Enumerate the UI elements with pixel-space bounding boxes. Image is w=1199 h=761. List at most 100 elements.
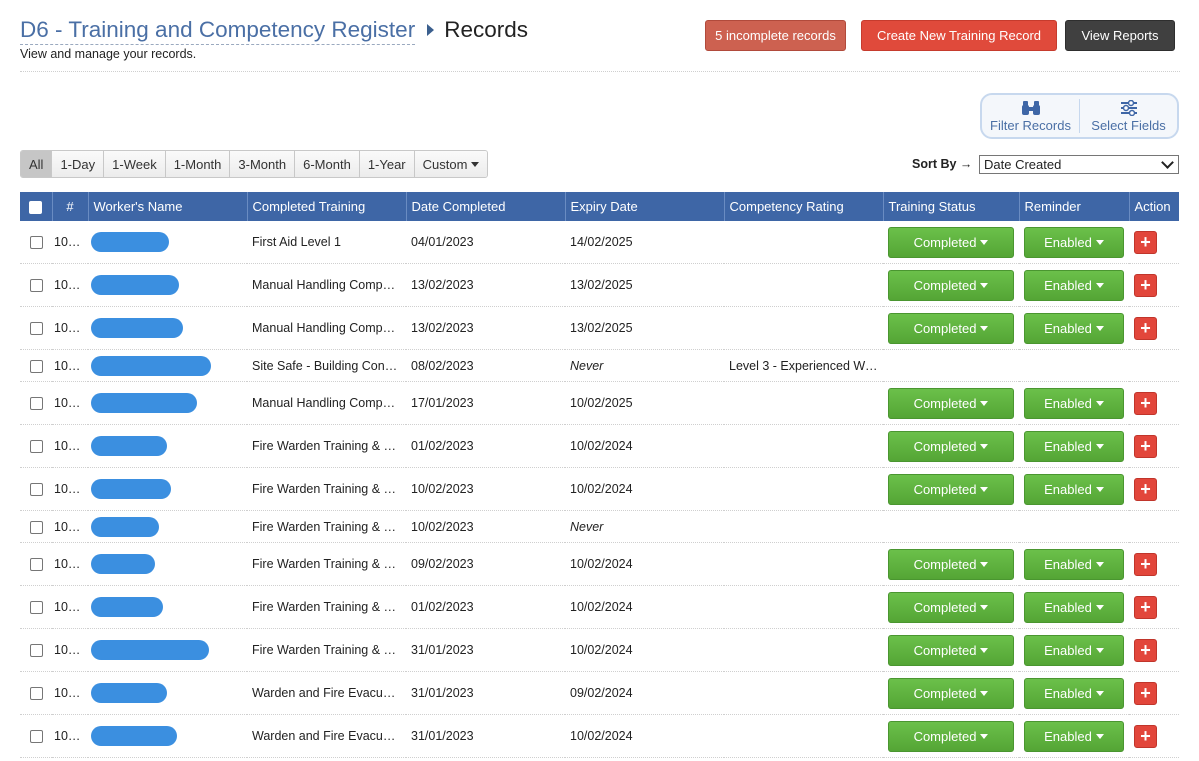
row-checkbox-cell[interactable] <box>20 510 52 543</box>
reminder-dropdown[interactable]: Enabled <box>1024 387 1124 419</box>
table-row[interactable]: 10541 Manual Handling Competency 13/02/202… <box>20 263 1179 307</box>
record-id[interactable]: 10528 <box>52 714 88 758</box>
row-checkbox-cell[interactable] <box>20 671 52 715</box>
app-title-link[interactable]: D6 - Training and Competency Register <box>20 16 416 45</box>
plus-icon[interactable]: + <box>1134 391 1157 415</box>
record-id[interactable]: 10541 <box>52 263 88 307</box>
table-row[interactable]: 10532 Fire Warden Training & Evacuation09… <box>20 542 1179 586</box>
sort-by-select[interactable]: Date Created <box>979 155 1179 174</box>
column-header-expiry[interactable]: Expiry Date <box>564 192 724 221</box>
completed-training[interactable]: Fire Warden Training & Evacuation <box>247 424 406 468</box>
table-row[interactable]: 10537 Site Safe - Building Construction08… <box>20 349 1179 382</box>
record-id[interactable]: 10529 <box>52 671 88 715</box>
training-status-dropdown[interactable]: Completed <box>888 226 1014 258</box>
completed-training[interactable]: Manual Handling Competency <box>247 381 406 425</box>
column-header-reminder[interactable]: Reminder <box>1018 192 1129 221</box>
row-checkbox[interactable] <box>29 687 43 701</box>
plus-icon[interactable]: + <box>1134 681 1157 705</box>
completed-training[interactable]: Site Safe - Building Construction <box>247 349 406 382</box>
row-checkbox-cell[interactable] <box>20 306 52 350</box>
row-checkbox[interactable] <box>29 236 43 250</box>
filter-records-button[interactable]: Filter Records <box>982 95 1079 137</box>
incomplete-records-button[interactable]: 5 incomplete records <box>705 20 846 51</box>
column-header-competency[interactable]: Competency Rating <box>723 192 883 221</box>
record-id[interactable]: 10530 <box>52 628 88 672</box>
training-status-dropdown[interactable]: Completed <box>888 548 1014 580</box>
training-status-dropdown[interactable]: Completed <box>888 430 1014 462</box>
training-status-dropdown[interactable]: Completed <box>888 473 1014 505</box>
completed-training[interactable]: Fire Warden Training & Evacuation <box>247 542 406 586</box>
range-button-6-month[interactable]: 6-Month <box>294 151 359 177</box>
record-id[interactable]: 10533 <box>52 510 88 543</box>
select-all-checkbox-cell[interactable] <box>20 192 52 221</box>
plus-icon[interactable]: + <box>1134 477 1157 501</box>
training-status-dropdown[interactable]: Completed <box>888 387 1014 419</box>
record-id[interactable]: 10539 <box>52 306 88 350</box>
create-training-record-button[interactable]: Create New Training Record <box>861 20 1057 51</box>
row-checkbox[interactable] <box>29 322 43 336</box>
reminder-dropdown[interactable]: Enabled <box>1024 720 1124 752</box>
table-row[interactable]: 10531 Fire Warden Training & Evacuation01… <box>20 585 1179 629</box>
row-checkbox[interactable] <box>29 397 43 411</box>
row-checkbox-cell[interactable] <box>20 585 52 629</box>
record-id[interactable]: 10531 <box>52 585 88 629</box>
reminder-dropdown[interactable]: Enabled <box>1024 226 1124 258</box>
row-checkbox[interactable] <box>29 520 43 534</box>
table-row[interactable]: 10528 Warden and Fire Evacuation 31/01/202… <box>20 714 1179 758</box>
range-button-1-day[interactable]: 1-Day <box>51 151 104 177</box>
training-status-dropdown[interactable]: Completed <box>888 720 1014 752</box>
completed-training[interactable]: Fire Warden Training & Evacuation <box>247 510 406 543</box>
row-checkbox[interactable] <box>29 483 43 497</box>
completed-training[interactable]: First Aid Level 1 <box>247 221 406 264</box>
range-button-1-week[interactable]: 1-Week <box>103 151 165 177</box>
plus-icon[interactable]: + <box>1134 724 1157 748</box>
row-checkbox-cell[interactable] <box>20 714 52 758</box>
row-checkbox[interactable] <box>29 440 43 454</box>
reminder-dropdown[interactable]: Enabled <box>1024 677 1124 709</box>
reminder-dropdown[interactable]: Enabled <box>1024 430 1124 462</box>
table-row[interactable]: 10535 Fire Warden Training & Evacuation01… <box>20 424 1179 468</box>
reminder-dropdown[interactable]: Enabled <box>1024 473 1124 505</box>
row-checkbox[interactable] <box>29 279 43 293</box>
plus-icon[interactable]: + <box>1134 316 1157 340</box>
column-header-worker[interactable]: Worker's Name <box>87 192 247 221</box>
record-id[interactable]: 10536 <box>52 381 88 425</box>
select-fields-button[interactable]: Select Fields <box>1080 95 1177 137</box>
reminder-dropdown[interactable]: Enabled <box>1024 634 1124 666</box>
completed-training[interactable]: Manual Handling Competency <box>247 263 406 307</box>
table-row[interactable]: 10536 Manual Handling Competency 17/01/202… <box>20 381 1179 425</box>
row-checkbox-cell[interactable] <box>20 221 52 264</box>
plus-icon[interactable]: + <box>1134 595 1157 619</box>
reminder-dropdown[interactable]: Enabled <box>1024 269 1124 301</box>
reminder-dropdown[interactable]: Enabled <box>1024 312 1124 344</box>
range-button-all[interactable]: All <box>21 151 52 177</box>
record-id[interactable]: 10534 <box>52 467 88 511</box>
table-row[interactable]: 10533 Fire Warden Training & Evacuation10… <box>20 510 1179 543</box>
table-row[interactable]: 10529 Warden and Fire Evacuation 31/01/202… <box>20 671 1179 715</box>
training-status-dropdown[interactable]: Completed <box>888 591 1014 623</box>
table-row[interactable]: 10542 First Aid Level 1 04/01/2023 14/02/20… <box>20 221 1179 264</box>
range-button-1-year[interactable]: 1-Year <box>358 151 414 177</box>
record-id[interactable]: 10535 <box>52 424 88 468</box>
plus-icon[interactable]: + <box>1134 230 1157 254</box>
row-checkbox-cell[interactable] <box>20 424 52 468</box>
plus-icon[interactable]: + <box>1134 434 1157 458</box>
plus-icon[interactable]: + <box>1134 638 1157 662</box>
training-status-dropdown[interactable]: Completed <box>888 269 1014 301</box>
column-header-id[interactable]: # <box>51 192 88 221</box>
select-all-checkbox[interactable] <box>29 201 43 215</box>
table-row[interactable]: 10530 Fire Warden Training & Evacuation31… <box>20 628 1179 672</box>
completed-training[interactable]: Warden and Fire Evacuation <box>247 714 406 758</box>
row-checkbox-cell[interactable] <box>20 628 52 672</box>
row-checkbox-cell[interactable] <box>20 263 52 307</box>
row-checkbox-cell[interactable] <box>20 381 52 425</box>
row-checkbox[interactable] <box>29 730 43 744</box>
column-header-date-completed[interactable]: Date Completed <box>405 192 565 221</box>
table-row[interactable]: 10534Fire Warden Training & Evacuation10… <box>20 467 1179 511</box>
row-checkbox[interactable] <box>29 558 43 572</box>
row-checkbox-cell[interactable] <box>20 542 52 586</box>
training-status-dropdown[interactable]: Completed <box>888 677 1014 709</box>
range-button-custom[interactable]: Custom <box>413 151 488 177</box>
training-status-dropdown[interactable]: Completed <box>888 634 1014 666</box>
plus-icon[interactable]: + <box>1134 273 1157 297</box>
